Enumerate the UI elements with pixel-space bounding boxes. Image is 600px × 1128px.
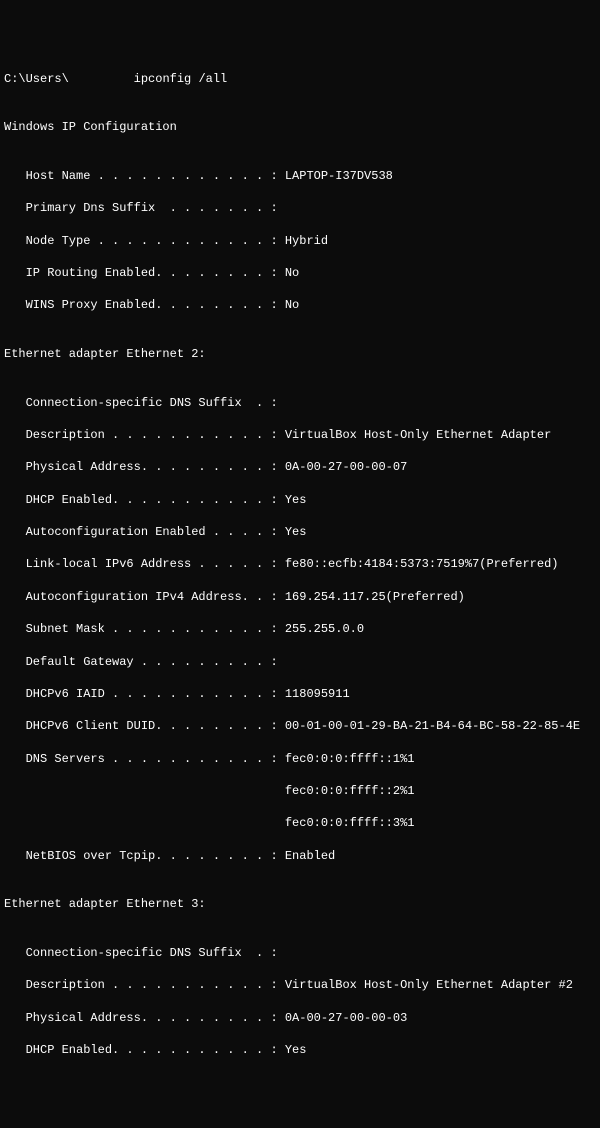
eth3-physical-address: Physical Address. . . . . . . . . : 0A-0…: [4, 1010, 600, 1026]
eth2-netbios: NetBIOS over Tcpip. . . . . . . . : Enab…: [4, 848, 600, 864]
prompt-prefix: C:\Users\: [4, 72, 69, 86]
command-text: ipconfig /all: [119, 72, 227, 86]
redacted-username: [69, 71, 119, 87]
ip-routing-enabled: IP Routing Enabled. . . . . . . . : No: [4, 265, 600, 281]
primary-dns-suffix: Primary Dns Suffix . . . . . . . :: [4, 200, 600, 216]
eth2-autoconf-enabled: Autoconfiguration Enabled . . . . : Yes: [4, 524, 600, 540]
eth2-autoconf-ipv4: Autoconfiguration IPv4 Address. . : 169.…: [4, 589, 600, 605]
eth2-dhcpv6-iaid: DHCPv6 IAID . . . . . . . . . . . : 1180…: [4, 686, 600, 702]
eth3-dhcp-enabled: DHCP Enabled. . . . . . . . . . . : Yes: [4, 1042, 600, 1058]
eth2-description: Description . . . . . . . . . . . : Virt…: [4, 427, 600, 443]
node-type: Node Type . . . . . . . . . . . . : Hybr…: [4, 233, 600, 249]
eth2-physical-address: Physical Address. . . . . . . . . : 0A-0…: [4, 459, 600, 475]
eth3-conn-dns-suffix: Connection-specific DNS Suffix . :: [4, 945, 600, 961]
eth2-conn-dns-suffix: Connection-specific DNS Suffix . :: [4, 395, 600, 411]
eth2-dhcp-enabled: DHCP Enabled. . . . . . . . . . . : Yes: [4, 492, 600, 508]
adapter-header-eth3: Ethernet adapter Ethernet 3:: [4, 896, 600, 912]
eth2-dns-server-1: DNS Servers . . . . . . . . . . . : fec0…: [4, 751, 600, 767]
eth3-description: Description . . . . . . . . . . . : Virt…: [4, 977, 600, 993]
prompt-line[interactable]: C:\Users\ ipconfig /all: [4, 71, 600, 87]
adapter-header-eth2: Ethernet adapter Ethernet 2:: [4, 346, 600, 362]
eth2-dns-server-2: fec0:0:0:ffff::2%1: [4, 783, 600, 799]
host-name: Host Name . . . . . . . . . . . . : LAPT…: [4, 168, 600, 184]
eth2-dhcpv6-duid: DHCPv6 Client DUID. . . . . . . . : 00-0…: [4, 718, 600, 734]
section-header-ipconfig: Windows IP Configuration: [4, 119, 600, 135]
eth2-dns-server-3: fec0:0:0:ffff::3%1: [4, 815, 600, 831]
wins-proxy-enabled: WINS Proxy Enabled. . . . . . . . : No: [4, 297, 600, 313]
eth2-default-gateway: Default Gateway . . . . . . . . . :: [4, 654, 600, 670]
eth2-subnet-mask: Subnet Mask . . . . . . . . . . . : 255.…: [4, 621, 600, 637]
eth2-link-local-ipv6: Link-local IPv6 Address . . . . . : fe80…: [4, 556, 600, 572]
